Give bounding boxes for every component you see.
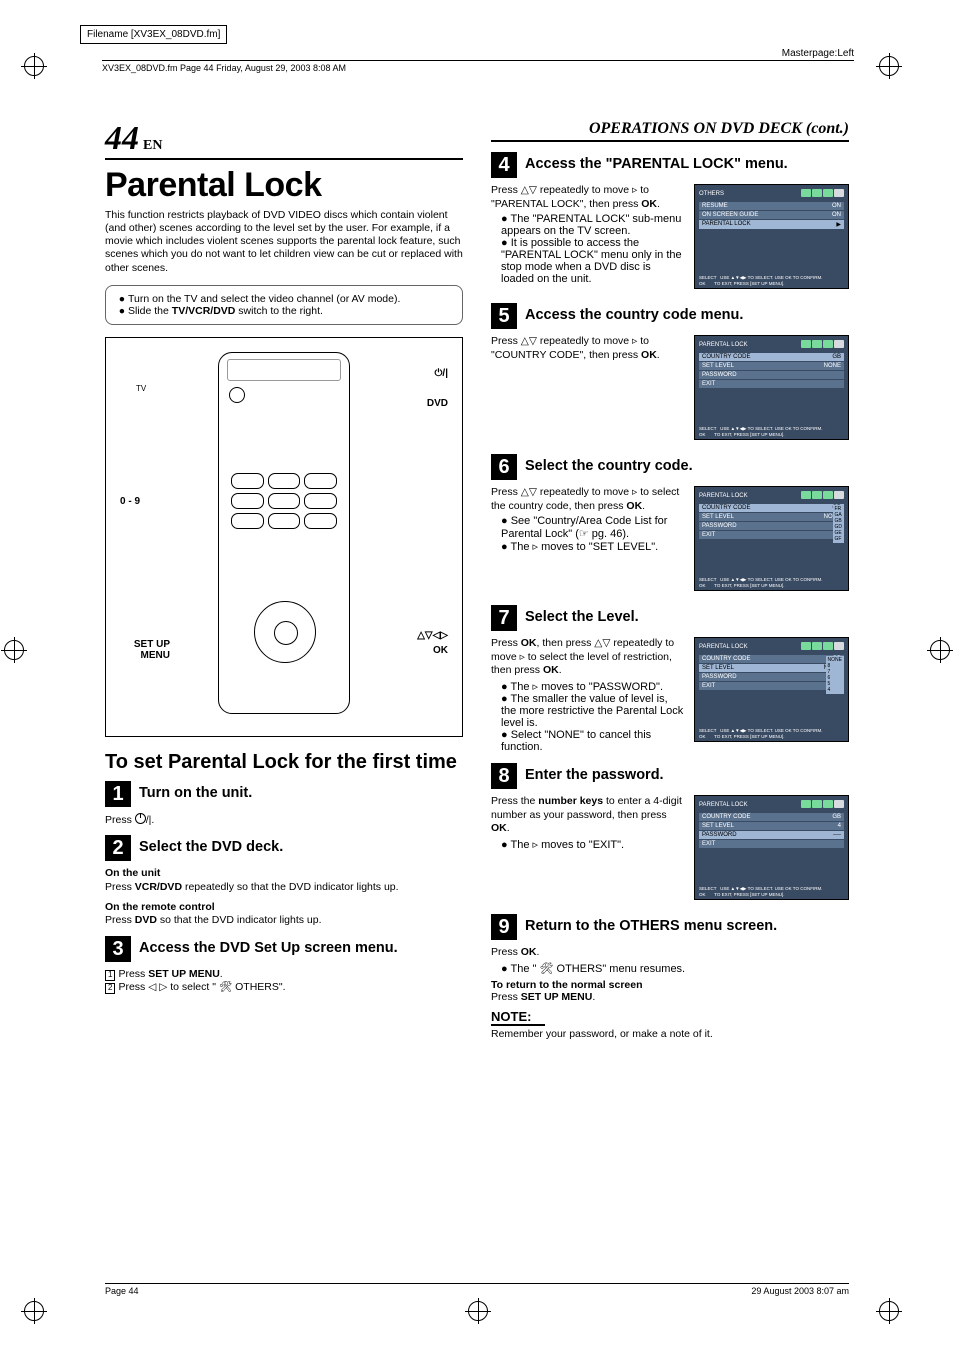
step-number: 5 — [491, 303, 517, 329]
remote-label-ok: OK — [433, 645, 448, 656]
registration-mark-icon — [930, 640, 950, 660]
step-line: 1Press SET UP MENU. — [105, 968, 463, 982]
step-5: 5 Access the country code menu. PARENTAL L… — [491, 303, 849, 446]
page-number-value: 44 — [105, 120, 139, 157]
step-1: 1 Turn on the unit. — [105, 781, 463, 807]
step-title: Access the "PARENTAL LOCK" menu. — [525, 152, 788, 173]
osd-screenshot: OTHERSRESUMEONON SCREEN GUIDEONPARENTAL … — [694, 184, 849, 289]
step-8: 8 Enter the password. PARENTAL LOCKCOUNTRY… — [491, 763, 849, 906]
step-body: Press /|. — [105, 813, 463, 828]
step-tail: To return to the normal screenPress SET … — [491, 979, 849, 1003]
remote-label-arrows: △▽◁▷ — [417, 630, 448, 641]
remote-numpad-icon — [231, 473, 337, 529]
osd-screenshot: PARENTAL LOCKCOUNTRY CODEGBSET LEVELNONE… — [694, 335, 849, 440]
masterpage-label: Masterpage:Left — [782, 48, 854, 59]
step-number: 8 — [491, 763, 517, 789]
step-number: 4 — [491, 152, 517, 178]
registration-mark-icon — [879, 56, 899, 76]
step-3: 3 Access the DVD Set Up screen menu. — [105, 936, 463, 962]
registration-mark-icon — [468, 1301, 488, 1321]
registration-mark-icon — [24, 1301, 44, 1321]
step-7: 7 Select the Level. PARENTAL LOCKCOUNTRY C… — [491, 605, 849, 755]
registration-mark-icon — [4, 640, 24, 660]
remote-label-num: 0 - 9 — [120, 496, 140, 507]
bullet-item: The " 🛠 OTHERS" menu resumes. — [501, 962, 849, 975]
remote-label-power: ⏻/| — [435, 368, 449, 379]
step-body: Press OK. — [491, 946, 849, 960]
power-icon — [135, 813, 146, 824]
step-number: 6 — [491, 454, 517, 480]
step-bullets: The " 🛠 OTHERS" menu resumes. — [491, 962, 849, 975]
step-title: Access the DVD Set Up screen menu. — [139, 936, 398, 957]
step-number: 3 — [105, 936, 131, 962]
remote-switch-icon — [227, 359, 341, 381]
step-number: 7 — [491, 605, 517, 631]
step-subhead: On the remote control — [105, 901, 463, 915]
step-title: Enter the password. — [525, 763, 664, 784]
remote-figure: ⏻/| DVD 0 - 9 △▽◁▷ OK SET UP MENU TV — [105, 337, 463, 737]
step-subbody: Press VCR/DVD repeatedly so that the DVD… — [105, 881, 463, 895]
step-number: 1 — [105, 781, 131, 807]
step-subbody: Press DVD so that the DVD indicator ligh… — [105, 914, 463, 928]
osd-screenshot: PARENTAL LOCKCOUNTRY CODEGBSET LEVEL4PAS… — [694, 795, 849, 900]
preparation-box: Turn on the TV and select the video chan… — [105, 285, 463, 325]
step-number: 2 — [105, 835, 131, 861]
step-2: 2 Select the DVD deck. — [105, 835, 463, 861]
intro-text: This function restricts playback of DVD … — [105, 209, 463, 275]
header-stamp: XV3EX_08DVD.fm Page 44 Friday, August 29… — [102, 60, 854, 73]
remote-outline — [218, 352, 350, 714]
step-title: Select the DVD deck. — [139, 835, 283, 856]
footer: Page 44 29 August 2003 8:07 am — [105, 1283, 849, 1296]
remote-dpad-icon — [254, 601, 316, 663]
prep-item: Slide the TV/VCR/DVD switch to the right… — [128, 305, 452, 317]
filename-box: Filename [XV3EX_08DVD.fm] — [80, 25, 227, 44]
osd-screenshot: PARENTAL LOCKCOUNTRY CODEGBSET LEVELNONE… — [694, 486, 849, 591]
step-title: Select the Level. — [525, 605, 639, 626]
step-4: 4 Access the "PARENTAL LOCK" menu. OTHERSR… — [491, 152, 849, 295]
remote-button-icon — [229, 387, 245, 403]
remote-label-setup: SET UP MENU — [120, 639, 170, 661]
step-9: 9 Return to the OTHERS menu screen. Press … — [491, 914, 849, 1003]
footer-page: Page 44 — [105, 1286, 139, 1296]
prep-item: Turn on the TV and select the video chan… — [128, 293, 452, 305]
osd-screenshot: PARENTAL LOCKCOUNTRY CODEGBSET LEVELNONE… — [694, 637, 849, 742]
step-title: Access the country code menu. — [525, 303, 743, 324]
subheading: To set Parental Lock for the first time — [105, 751, 463, 773]
step-title: Turn on the unit. — [139, 781, 252, 802]
remote-label-tv: TV — [136, 384, 146, 393]
operations-header: OPERATIONS ON DVD DECK (cont.) — [491, 120, 849, 142]
registration-mark-icon — [24, 56, 44, 76]
note-body: Remember your password, or make a note o… — [491, 1028, 849, 1041]
page-number-suffix: EN — [143, 138, 162, 153]
note-heading: NOTE: — [491, 1009, 545, 1026]
step-number: 9 — [491, 914, 517, 940]
registration-mark-icon — [879, 1301, 899, 1321]
remote-label-dvd: DVD — [427, 398, 448, 409]
step-subhead: On the unit — [105, 867, 463, 881]
step-line: 2Press ◁ ▷ to select " 🛠 OTHERS". — [105, 981, 463, 995]
step-title: Select the country code. — [525, 454, 693, 475]
main-title: Parental Lock — [105, 166, 463, 205]
page-number: 44 EN — [105, 120, 162, 157]
step-6: 6 Select the country code.PARENTAL LOCKCO… — [491, 454, 849, 597]
footer-stamp: 29 August 2003 8:07 am — [751, 1286, 849, 1296]
step-title: Return to the OTHERS menu screen. — [525, 914, 777, 935]
